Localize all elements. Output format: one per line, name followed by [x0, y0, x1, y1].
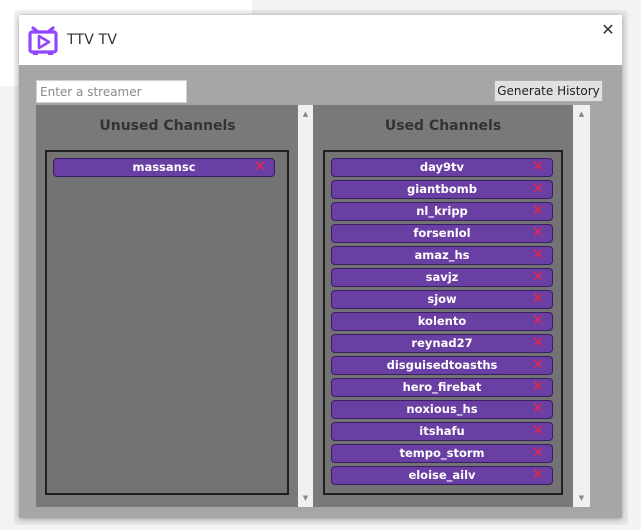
channel-name: giantbomb: [407, 182, 477, 196]
scroll-up-arrow-icon[interactable]: ▲: [573, 107, 590, 121]
channel-chip[interactable]: noxious_hs ✕: [331, 400, 553, 419]
remove-channel-icon[interactable]: ✕: [531, 357, 545, 374]
channel-chip[interactable]: tempo_storm ✕: [331, 444, 553, 463]
channel-chip[interactable]: forsenlol ✕: [331, 224, 553, 243]
channel-name: massansc: [132, 160, 196, 174]
unused-channels-panel: Unused Channels massansc ✕: [36, 105, 299, 507]
remove-channel-icon[interactable]: ✕: [531, 423, 545, 440]
title-bar: TTV TV ✕: [19, 15, 622, 65]
channel-chip[interactable]: itshafu ✕: [331, 422, 553, 441]
channel-name: savjz: [425, 270, 459, 284]
remove-channel-icon[interactable]: ✕: [253, 159, 267, 176]
channel-chip[interactable]: disguisedtoasths ✕: [331, 356, 553, 375]
unused-channels-scrollbar[interactable]: ▲ ▼: [298, 105, 313, 507]
remove-channel-icon[interactable]: ✕: [531, 181, 545, 198]
channel-name: eloise_ailv: [408, 468, 476, 482]
main-content: Generate History Unused Channels massans…: [19, 65, 622, 518]
remove-channel-icon[interactable]: ✕: [531, 269, 545, 286]
window-title: TTV TV: [67, 32, 118, 48]
channel-chip[interactable]: giantbomb ✕: [331, 180, 553, 199]
remove-channel-icon[interactable]: ✕: [531, 203, 545, 220]
remove-channel-icon[interactable]: ✕: [531, 401, 545, 418]
remove-channel-icon[interactable]: ✕: [531, 445, 545, 462]
unused-channels-title: Unused Channels: [99, 118, 236, 134]
channel-name: amaz_hs: [414, 248, 470, 262]
scroll-up-arrow-icon[interactable]: ▲: [298, 107, 313, 121]
channel-chip[interactable]: reynad27 ✕: [331, 334, 553, 353]
channel-name: tempo_storm: [399, 446, 485, 460]
channel-name: noxious_hs: [406, 402, 478, 416]
close-button[interactable]: ✕: [599, 21, 617, 39]
channel-chip[interactable]: amaz_hs ✕: [331, 246, 553, 265]
remove-channel-icon[interactable]: ✕: [531, 225, 545, 242]
used-channels-panel: Used Channels day9tv ✕ giantbomb ✕ nl_kripp ✕…: [313, 105, 573, 507]
streamer-search-input[interactable]: [36, 80, 187, 103]
remove-channel-icon[interactable]: ✕: [531, 159, 545, 176]
channel-name: forsenlol: [413, 226, 471, 240]
remove-channel-icon[interactable]: ✕: [531, 313, 545, 330]
scroll-down-arrow-icon[interactable]: ▼: [298, 491, 313, 505]
remove-channel-icon[interactable]: ✕: [531, 291, 545, 308]
scroll-down-arrow-icon[interactable]: ▼: [573, 491, 590, 505]
channel-chip[interactable]: sjow ✕: [331, 290, 553, 309]
used-channels-title: Used Channels: [384, 118, 502, 134]
channel-name: day9tv: [419, 160, 465, 174]
app-window: TTV TV ✕ Generate History Unused Channel…: [19, 15, 622, 518]
channel-name: sjow: [427, 292, 457, 306]
remove-channel-icon[interactable]: ✕: [531, 379, 545, 396]
channel-name: hero_firebat: [402, 380, 482, 394]
remove-channel-icon[interactable]: ✕: [531, 467, 545, 484]
channel-name: nl_kripp: [416, 204, 468, 218]
unused-channels-list: massansc ✕: [45, 150, 289, 495]
channel-chip[interactable]: eloise_ailv ✕: [331, 466, 553, 485]
channel-chip[interactable]: kolento ✕: [331, 312, 553, 331]
channel-chip[interactable]: massansc ✕: [53, 158, 275, 177]
channel-name: itshafu: [419, 424, 465, 438]
remove-channel-icon[interactable]: ✕: [531, 335, 545, 352]
twitch-tv-logo-icon: [28, 26, 58, 55]
channel-chip[interactable]: hero_firebat ✕: [331, 378, 553, 397]
generate-history-button[interactable]: Generate History: [494, 80, 603, 102]
channel-chip[interactable]: day9tv ✕: [331, 158, 553, 177]
channel-name: kolento: [417, 314, 467, 328]
used-channels-scrollbar[interactable]: ▲ ▼: [573, 105, 590, 507]
channel-chip[interactable]: savjz ✕: [331, 268, 553, 287]
channel-chip[interactable]: nl_kripp ✕: [331, 202, 553, 221]
remove-channel-icon[interactable]: ✕: [531, 247, 545, 264]
channel-name: reynad27: [411, 336, 473, 350]
used-channels-list: day9tv ✕ giantbomb ✕ nl_kripp ✕ forsenlol ✕ amaz…: [323, 150, 563, 495]
channel-name: disguisedtoasths: [386, 358, 498, 372]
